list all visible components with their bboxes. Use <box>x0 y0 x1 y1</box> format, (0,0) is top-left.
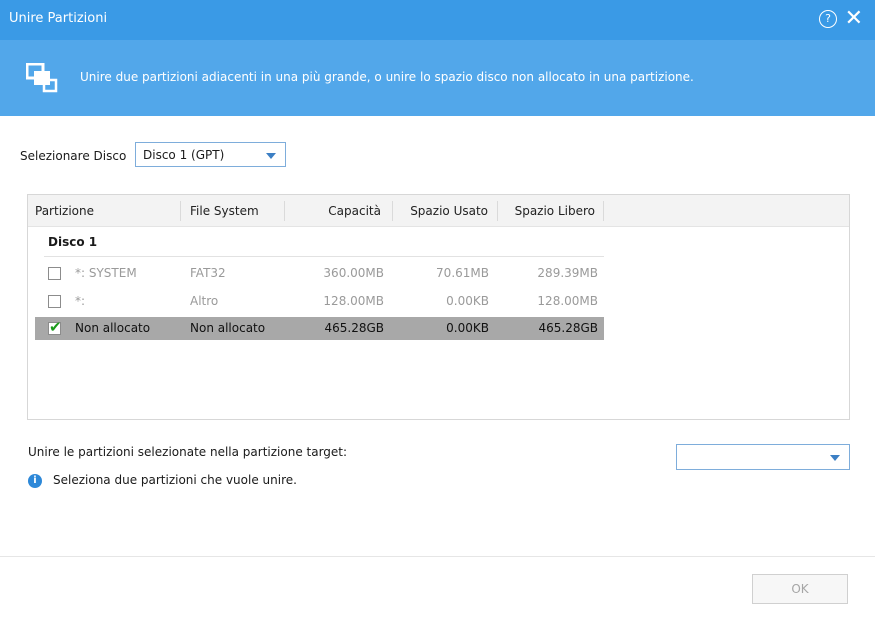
column-divider <box>284 201 285 221</box>
partition-name: Non allocato <box>75 321 151 335</box>
partition-filesystem: FAT32 <box>190 266 226 280</box>
ok-button[interactable]: OK <box>752 574 848 604</box>
chevron-down-icon <box>830 455 840 461</box>
partition-filesystem: Non allocato <box>190 321 266 335</box>
partition-capacity: 128.00MB <box>323 294 384 308</box>
row-checkbox[interactable] <box>48 295 61 308</box>
description-banner: Unire due partizioni adiacenti in una pi… <box>0 40 875 116</box>
row-checkbox[interactable] <box>48 267 61 280</box>
table-header: Partizione File System Capacità Spazio U… <box>28 195 849 227</box>
banner-description: Unire due partizioni adiacenti in una pi… <box>80 70 694 84</box>
partition-used: 0.00KB <box>446 294 489 308</box>
table-row[interactable]: ✔ Non allocato Non allocato 465.28GB 0.0… <box>35 317 604 340</box>
window-title: Unire Partizioni <box>9 11 108 26</box>
target-partition-select[interactable] <box>676 444 850 470</box>
column-divider <box>392 201 393 221</box>
chevron-down-icon <box>266 153 276 159</box>
column-header-capacity[interactable]: Capacità <box>328 204 381 218</box>
disk-group-label: Disco 1 <box>48 235 98 249</box>
footer-divider <box>0 556 875 557</box>
partition-free: 465.28GB <box>538 321 598 335</box>
target-partition-label: Unire le partizioni selezionate nella pa… <box>28 445 348 459</box>
partition-free: 289.39MB <box>537 266 598 280</box>
partition-filesystem: Altro <box>190 294 219 308</box>
disk-select-label: Selezionare Disco <box>20 149 127 163</box>
info-message: Seleziona due partizioni che vuole unire… <box>53 473 297 487</box>
disk-select-value: Disco 1 (GPT) <box>143 148 225 162</box>
partition-used: 0.00KB <box>446 321 489 335</box>
partition-name: *: <box>75 294 86 308</box>
close-icon[interactable]: ✕ <box>845 6 863 32</box>
partition-capacity: 465.28GB <box>324 321 384 335</box>
column-header-free[interactable]: Spazio Libero <box>515 204 595 218</box>
column-divider <box>180 201 181 221</box>
column-header-filesystem[interactable]: File System <box>190 204 259 218</box>
partition-capacity: 360.00MB <box>323 266 384 280</box>
table-row[interactable]: *: SYSTEM FAT32 360.00MB 70.61MB 289.39M… <box>35 262 604 285</box>
partition-table: Partizione File System Capacità Spazio U… <box>27 194 850 420</box>
column-header-partition[interactable]: Partizione <box>35 204 94 218</box>
row-checkbox[interactable]: ✔ <box>48 318 62 336</box>
column-divider <box>497 201 498 221</box>
column-header-used[interactable]: Spazio Usato <box>410 204 488 218</box>
merge-partitions-icon <box>26 63 58 93</box>
group-divider <box>44 256 604 257</box>
partition-free: 128.00MB <box>537 294 598 308</box>
check-icon: ✔ <box>49 318 62 336</box>
table-row[interactable]: *: Altro 128.00MB 0.00KB 128.00MB <box>35 290 604 313</box>
help-icon[interactable]: ? <box>819 10 837 28</box>
disk-select[interactable]: Disco 1 (GPT) <box>135 142 286 167</box>
title-bar: Unire Partizioni ? ✕ <box>0 0 875 40</box>
info-icon: i <box>28 474 42 488</box>
partition-name: *: SYSTEM <box>75 266 137 280</box>
partition-used: 70.61MB <box>436 266 489 280</box>
column-divider <box>603 201 604 221</box>
